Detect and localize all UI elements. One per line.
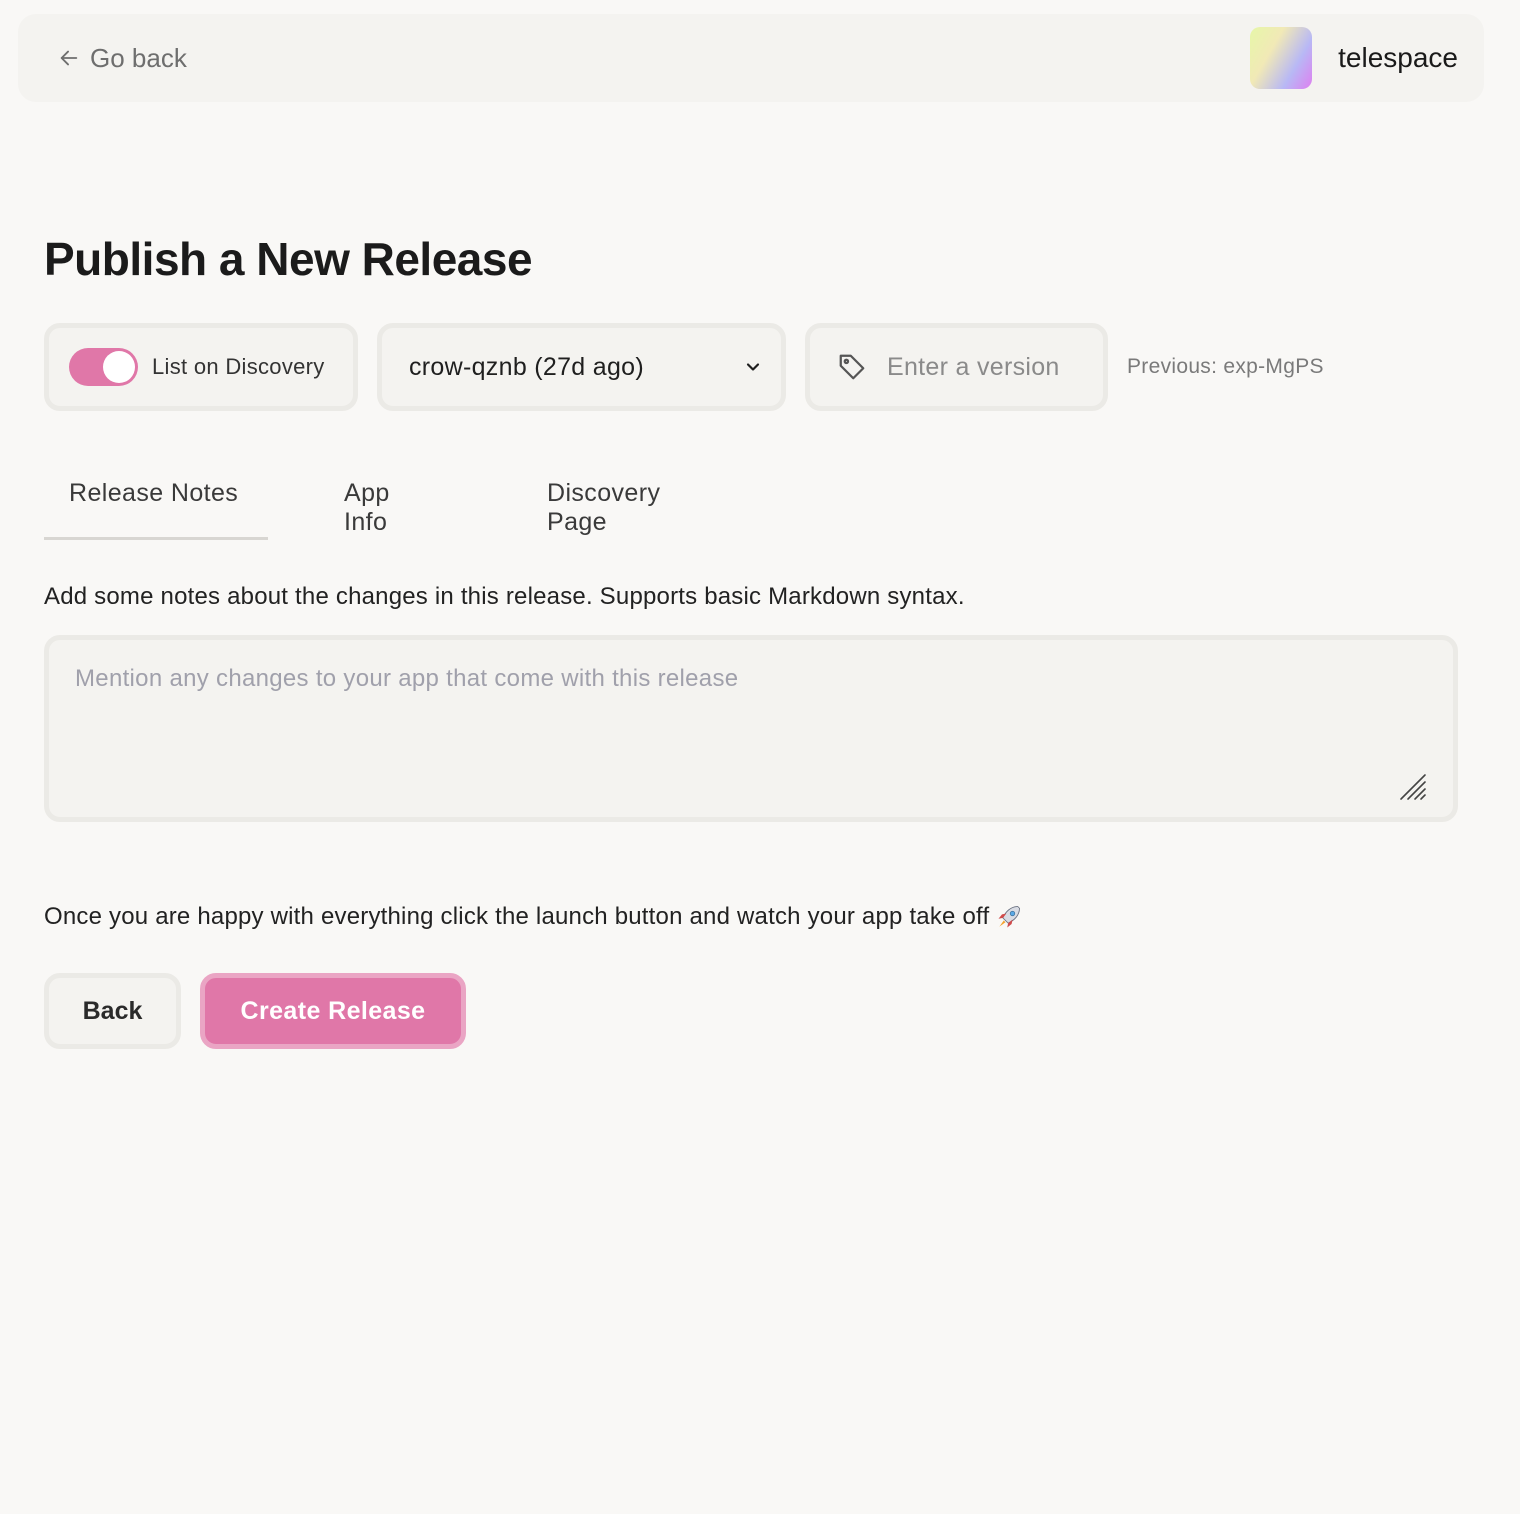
launch-instructions: Once you are happy with everything click…: [44, 903, 1023, 931]
launch-text: Once you are happy with everything click…: [44, 903, 990, 930]
list-on-discovery-toggle[interactable]: [69, 348, 138, 386]
go-back-link[interactable]: Go back: [58, 14, 187, 102]
version-input[interactable]: [887, 352, 1087, 382]
build-select-value: crow-qznb (27d ago): [409, 352, 644, 381]
tab-app-info[interactable]: App Info: [344, 450, 390, 540]
chevron-down-icon: [746, 363, 760, 371]
release-notes-container: [44, 635, 1458, 822]
release-notes-textarea[interactable]: [49, 640, 1453, 817]
tab-discovery-page[interactable]: Discovery Page: [547, 450, 660, 540]
workspace-name: telespace: [1338, 42, 1458, 73]
list-on-discovery-label: List on Discovery: [152, 354, 325, 379]
release-notes-description: Add some notes about the changes in this…: [44, 583, 965, 610]
build-select[interactable]: crow-qznb (27d ago): [377, 323, 786, 411]
back-button[interactable]: Back: [44, 973, 181, 1049]
tag-icon: [839, 354, 865, 380]
list-on-discovery-control: List on Discovery: [44, 323, 358, 411]
top-bar: Go back telespace: [18, 14, 1484, 102]
create-release-button[interactable]: Create Release: [200, 973, 466, 1049]
go-back-label: Go back: [90, 42, 187, 73]
toggle-knob: [103, 351, 135, 383]
resize-handle-icon[interactable]: [1399, 773, 1427, 801]
arrow-left-icon: [60, 50, 78, 66]
rocket-icon: [998, 906, 1021, 928]
workspace-avatar: [1250, 27, 1313, 89]
tab-release-notes[interactable]: Release Notes: [44, 450, 268, 540]
version-field[interactable]: [805, 323, 1108, 411]
previous-version: Previous: exp-MgPS: [1127, 355, 1324, 378]
page-title: Publish a New Release: [44, 233, 533, 285]
workspace-switcher[interactable]: telespace: [1250, 14, 1458, 102]
